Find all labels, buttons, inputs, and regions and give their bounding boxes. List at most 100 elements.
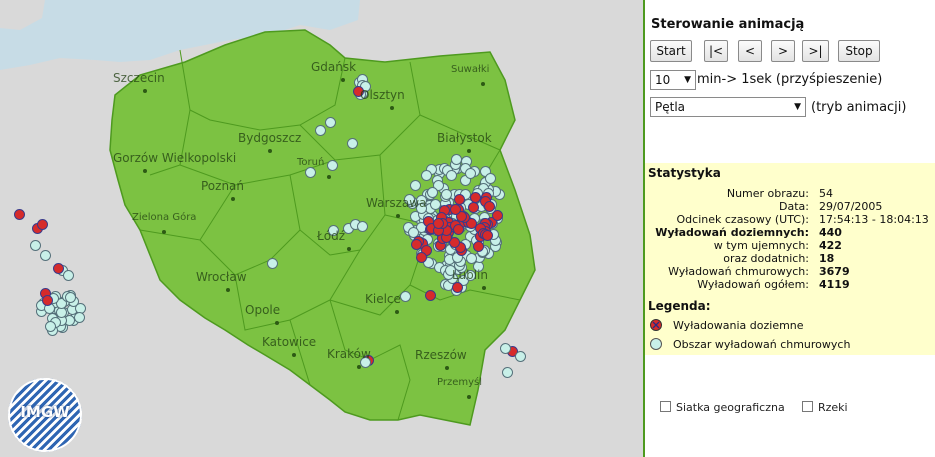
- mode-label: (tryb animacji): [811, 100, 907, 115]
- cloud-marker: [327, 160, 338, 171]
- stat-value: 4119: [819, 278, 850, 291]
- strike-marker-icon: [650, 319, 662, 331]
- stat-key: w tym ujemnych:: [713, 239, 809, 252]
- strike-marker: [452, 223, 464, 235]
- statistics-title: Statystyka: [648, 166, 721, 180]
- city-label: Warszawa: [366, 196, 427, 210]
- speed-value: 10: [655, 73, 671, 87]
- previous-frame-button[interactable]: <: [738, 40, 762, 62]
- city-dot: [275, 321, 279, 325]
- strike-marker: [37, 219, 48, 230]
- rivers-checkbox[interactable]: [802, 401, 813, 412]
- city-label: Toruń: [297, 157, 325, 168]
- city-dot: [347, 247, 351, 251]
- strike-marker: [481, 230, 493, 242]
- city-dot: [341, 78, 345, 82]
- cloud-marker: [315, 125, 326, 136]
- last-frame-button[interactable]: >|: [802, 40, 829, 62]
- panel-title: Sterowanie animacją: [651, 17, 805, 32]
- lightning-map: Gdańsk Olsztyn Suwałki Szczecin Bydgoszcz Bia…: [0, 0, 643, 457]
- city-label: Kraków: [327, 347, 371, 361]
- city-dot: [327, 175, 331, 179]
- city-dot: [390, 106, 394, 110]
- city-dot: [231, 197, 235, 201]
- speed-select[interactable]: 10 ▼: [650, 70, 696, 90]
- stat-key: Wyładowań doziemnych:: [655, 226, 809, 239]
- city-label: Kielce: [365, 292, 401, 306]
- city-dot: [357, 365, 361, 369]
- legend-label: Obszar wyładowań chmurowych: [673, 338, 851, 351]
- city-dot: [481, 82, 485, 86]
- city-label: Szczecin: [113, 71, 165, 85]
- cloud-marker: [267, 258, 278, 269]
- stat-key: oraz dodatnich:: [723, 252, 809, 265]
- city-dot: [226, 288, 230, 292]
- chevron-down-icon: ▼: [684, 75, 691, 85]
- city-dot: [482, 286, 486, 290]
- geo-grid-checkbox[interactable]: [660, 401, 671, 412]
- city-dot: [143, 169, 147, 173]
- cloud-marker: [465, 253, 477, 265]
- stat-value: 440: [819, 226, 842, 239]
- city-dot: [268, 149, 272, 153]
- stat-value: 54: [819, 187, 833, 200]
- rivers-label: Rzeki: [818, 401, 848, 414]
- cloud-marker: [502, 367, 513, 378]
- city-dot: [395, 310, 399, 314]
- strike-marker: [14, 209, 25, 220]
- cloud-marker: [73, 311, 85, 323]
- stat-key: Numer obrazu:: [726, 187, 809, 200]
- stat-value: 3679: [819, 265, 850, 278]
- animation-control-panel: Sterowanie animacją Start |< < > >| Stop…: [645, 0, 935, 457]
- city-label: Katowice: [262, 335, 317, 349]
- start-button[interactable]: Start: [650, 40, 692, 62]
- cloud-marker: [446, 169, 458, 181]
- stop-button[interactable]: Stop: [838, 40, 880, 62]
- city-label: Gdańsk: [311, 60, 357, 74]
- strike-marker: [452, 282, 463, 293]
- city-label: Gorzów Wielkopolski: [113, 151, 237, 165]
- cloud-marker: [30, 240, 41, 251]
- city-dot: [467, 149, 471, 153]
- stat-value: 422: [819, 239, 842, 252]
- stat-value: 18: [819, 252, 835, 265]
- cloud-marker: [63, 270, 74, 281]
- city-label: Bydgoszcz: [238, 131, 302, 145]
- legend-label: Wyładowania doziemne: [673, 319, 804, 332]
- next-frame-button[interactable]: >: [771, 40, 795, 62]
- mode-value: Pętla: [655, 100, 686, 114]
- cloud-marker: [44, 320, 56, 332]
- strike-marker: [416, 252, 427, 263]
- stat-key: Wyładowań ogółem:: [697, 278, 809, 291]
- city-dot: [467, 395, 471, 399]
- speed-label: min-> 1sek (przyśpieszenie): [697, 72, 883, 87]
- city-dot: [292, 353, 296, 357]
- statistics-box: Statystyka Numer obrazu: 54 Data: 29/07/…: [645, 163, 935, 355]
- city-label: Łódź: [317, 229, 346, 243]
- mode-select[interactable]: Pętla ▼: [650, 97, 806, 117]
- cloud-marker-icon: [650, 338, 662, 350]
- chevron-down-icon: ▼: [794, 102, 801, 112]
- cloud-marker: [515, 351, 526, 362]
- legend-title: Legenda:: [648, 299, 711, 313]
- city-label: Zielona Góra: [132, 212, 197, 223]
- first-frame-button[interactable]: |<: [704, 40, 728, 62]
- cloud-marker: [464, 168, 476, 180]
- cloud-marker: [347, 138, 358, 149]
- strike-marker: [53, 263, 64, 274]
- cloud-marker: [325, 117, 336, 128]
- cloud-marker: [441, 188, 453, 200]
- city-dot: [143, 89, 147, 93]
- logo-text: IMGW: [20, 403, 70, 421]
- cloud-marker: [357, 221, 368, 232]
- city-label: Wrocław: [196, 270, 247, 284]
- cloud-marker: [400, 291, 411, 302]
- strike-marker: [425, 290, 436, 301]
- stat-key: Data:: [779, 200, 809, 213]
- stat-value: 29/07/2005: [819, 200, 883, 213]
- cloud-marker: [500, 343, 511, 354]
- stat-key: Odcinek czasowy (UTC):: [676, 213, 809, 226]
- strike-marker: [432, 218, 444, 230]
- cloud-marker: [409, 179, 421, 191]
- city-label: Olsztyn: [360, 88, 405, 102]
